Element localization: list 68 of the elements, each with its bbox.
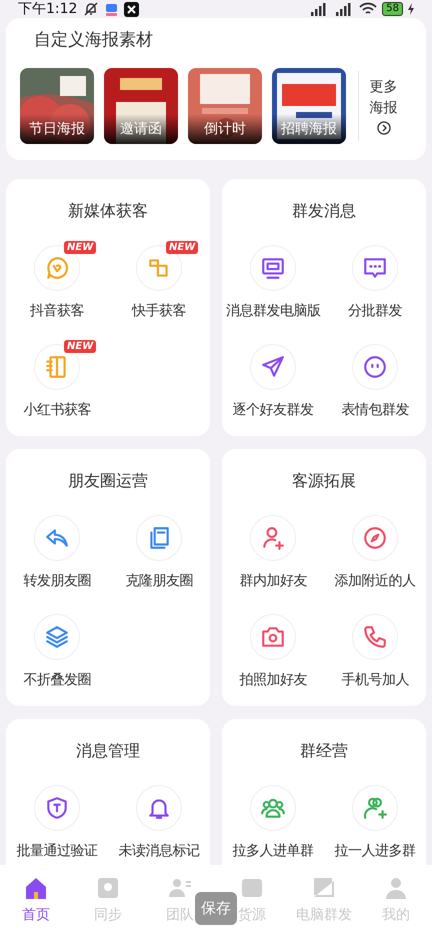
card-title: 自定义海报素材 <box>34 29 154 52</box>
app-icon <box>105 2 118 16</box>
poster-tile[interactable]: 倒计时 <box>188 68 262 144</box>
feature-button[interactable] <box>352 514 398 560</box>
feature-label: 分批群发 <box>348 302 402 320</box>
new-badge: NEW <box>64 240 96 254</box>
feature-label: 添加附近的人 <box>334 572 416 590</box>
feature-label: 手机号加人 <box>341 670 409 690</box>
feature-button[interactable] <box>136 514 182 560</box>
feature-button[interactable] <box>136 784 182 830</box>
feature-button[interactable] <box>34 784 80 830</box>
feature-button[interactable] <box>352 344 398 390</box>
tab[interactable]: 首页 <box>0 875 72 926</box>
feature-button[interactable] <box>352 784 398 830</box>
feature-button[interactable] <box>34 614 80 660</box>
poster-label: 倒计时 <box>203 120 247 138</box>
section-title: 消息管理 <box>75 740 141 762</box>
feature-button[interactable] <box>250 614 296 660</box>
feature-label: 未读消息标记 <box>118 842 200 860</box>
battery-level: 58 <box>382 2 403 16</box>
feature-label: 克隆朋友圈 <box>125 572 193 590</box>
section-title: 朋友圈运营 <box>67 470 149 492</box>
feature-label: 逐个好友群发 <box>232 400 314 420</box>
chevron-right-icon <box>376 120 391 134</box>
chat-bubble-icon <box>44 254 70 280</box>
poster-label: 节日海报 <box>28 120 86 138</box>
phone-icon <box>362 624 388 650</box>
save-toast: 保存 <box>195 892 237 925</box>
poster-tile[interactable]: 邀请函 <box>104 68 178 144</box>
feature-button[interactable] <box>34 514 80 560</box>
new-badge: NEW <box>166 240 198 254</box>
more-posters-link[interactable]: 更多海报 <box>369 76 398 134</box>
compass-icon <box>362 524 388 550</box>
feature-label: 拍照加好友 <box>239 670 307 690</box>
muted-bell-icon <box>83 1 100 17</box>
poster-tile[interactable]: 招聘海报 <box>272 68 346 144</box>
feature-button[interactable] <box>250 344 296 390</box>
feature-label: 消息群发电脑版 <box>226 302 320 320</box>
feature-button[interactable] <box>352 244 398 290</box>
section-title: 客源拓展 <box>291 470 357 492</box>
section-title: 群经营 <box>299 740 349 762</box>
wifi-icon <box>359 2 378 16</box>
face-icon <box>362 354 388 380</box>
feature-button[interactable] <box>250 784 296 830</box>
feature-label: 抖音获客 <box>30 302 84 320</box>
feature-label: 拉多人进单群 <box>232 842 314 860</box>
poster-label: 邀请函 <box>119 120 163 138</box>
feature-button[interactable] <box>250 514 296 560</box>
feature-label: 批量通过验证 <box>16 842 98 860</box>
clock: 下午1:12 <box>18 0 78 18</box>
feature-label: 表情包群发 <box>341 400 409 420</box>
charging-icon <box>408 3 414 15</box>
paper-plane-icon <box>260 354 286 380</box>
poster-tile[interactable]: 节日海报 <box>20 68 94 144</box>
poster-label: 招聘海报 <box>280 120 338 138</box>
section-title: 群发消息 <box>291 200 357 222</box>
section-title: 新媒体获客 <box>67 200 149 222</box>
group-plus-icon <box>362 794 388 820</box>
layers-icon <box>44 624 70 650</box>
feature-button[interactable] <box>352 614 398 660</box>
feature-button[interactable] <box>250 244 296 290</box>
feature-label: 转发朋友圈 <box>23 572 91 590</box>
feature-label: 小红书获客 <box>23 400 91 420</box>
feature-label: 群内加好友 <box>239 572 307 590</box>
new-badge: NEW <box>64 340 96 352</box>
feature-label: 拉一人进多群 <box>334 842 416 860</box>
feature-label: 快手获客 <box>132 302 186 320</box>
feature-label: 不折叠发圈 <box>23 670 91 690</box>
